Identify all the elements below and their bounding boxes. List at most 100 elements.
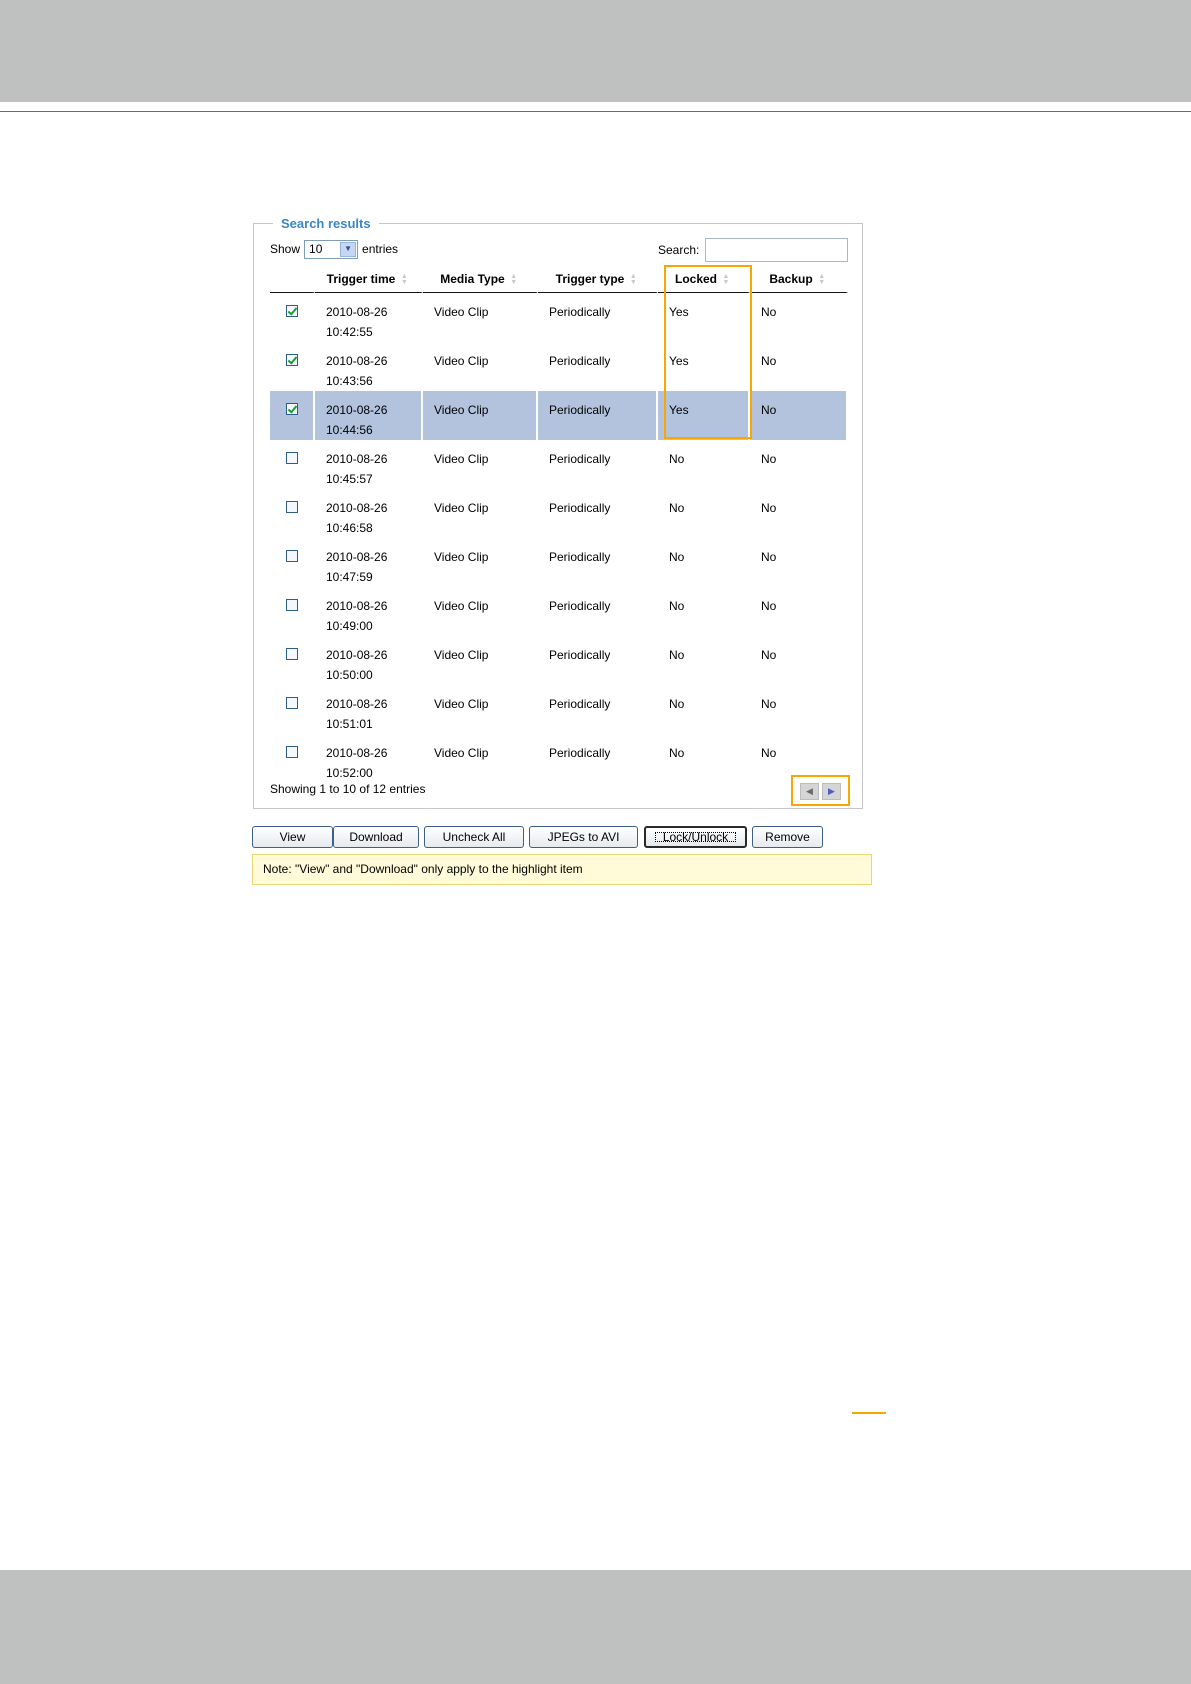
trigger-clock: 10:44:56	[326, 423, 373, 437]
row-checkbox[interactable]	[285, 354, 298, 366]
table-header-row: Trigger time ▲ ▼ Media Type ▲ ▼ Trigger type…	[270, 266, 848, 293]
column-header-trigger-type[interactable]: Trigger type ▲ ▼	[538, 266, 658, 293]
table-info: Showing 1 to 10 of 12 entries	[270, 782, 426, 796]
trigger-clock: 10:49:00	[326, 619, 373, 633]
footer-band	[0, 1570, 1191, 1684]
locked-cell: No	[658, 734, 750, 783]
table-row[interactable]: 2010-08-26 10:44:56 Video Clip Periodically…	[270, 391, 848, 440]
trigger-time-cell: 2010-08-26 10:49:00	[315, 587, 423, 636]
trigger-clock: 10:46:58	[326, 521, 373, 535]
backup-cell: No	[750, 391, 848, 440]
table-row[interactable]: 2010-08-26 10:47:59 Video Clip Periodically…	[270, 538, 848, 587]
row-checkbox[interactable]	[285, 697, 298, 709]
trigger-clock: 10:51:01	[326, 717, 373, 731]
sort-icon: ▲ ▼	[722, 272, 730, 286]
table-row[interactable]: 2010-08-26 10:49:00 Video Clip Periodically…	[270, 587, 848, 636]
download-button[interactable]: Download	[333, 826, 419, 848]
view-button[interactable]: View	[252, 826, 333, 848]
pagination-callout: ◀ ▶	[791, 775, 850, 806]
table-row[interactable]: 2010-08-26 10:42:55 Video Clip Periodically…	[270, 293, 848, 342]
page-marker	[852, 1412, 886, 1414]
row-select-cell	[270, 587, 315, 636]
column-header-trigger-time[interactable]: Trigger time ▲ ▼	[315, 266, 423, 293]
column-header-locked[interactable]: Locked ▲ ▼	[658, 266, 750, 293]
table-row[interactable]: 2010-08-26 10:46:58 Video Clip Periodically…	[270, 489, 848, 538]
trigger-clock: 10:47:59	[326, 570, 373, 584]
table-row[interactable]: 2010-08-26 10:43:56 Video Clip Periodically…	[270, 342, 848, 391]
trigger-type-cell: Periodically	[538, 293, 658, 342]
trigger-date: 2010-08-26	[326, 305, 388, 319]
row-checkbox[interactable]	[285, 403, 298, 415]
table-row[interactable]: 2010-08-26 10:50:00 Video Clip Periodically…	[270, 636, 848, 685]
lock-unlock-button[interactable]: Lock/Unlock	[644, 826, 747, 848]
arrow-right-icon[interactable]: ▶	[822, 783, 841, 800]
backup-cell: No	[750, 342, 848, 391]
results-table: Trigger time ▲ ▼ Media Type ▲ ▼ Trigger type…	[270, 266, 848, 783]
header-rule	[0, 111, 1191, 112]
sort-icon: ▲ ▼	[510, 272, 518, 286]
trigger-date: 2010-08-26	[326, 354, 388, 368]
trigger-time-cell: 2010-08-26 10:44:56	[315, 391, 423, 440]
row-checkbox[interactable]	[285, 648, 298, 660]
trigger-time-cell: 2010-08-26 10:47:59	[315, 538, 423, 587]
trigger-time-cell: 2010-08-26 10:42:55	[315, 293, 423, 342]
media-type-cell: Video Clip	[423, 293, 538, 342]
trigger-date: 2010-08-26	[326, 599, 388, 613]
lock-unlock-label: Lock/Unlock	[653, 830, 738, 844]
search-input[interactable]	[705, 238, 848, 262]
row-checkbox[interactable]	[285, 599, 298, 611]
media-type-cell: Video Clip	[423, 391, 538, 440]
backup-cell: No	[750, 685, 848, 734]
column-label: Backup	[769, 272, 813, 286]
column-header-media-type[interactable]: Media Type ▲ ▼	[423, 266, 538, 293]
sort-icon: ▲ ▼	[818, 272, 826, 286]
jpegs-to-avi-button[interactable]: JPEGs to AVI	[529, 826, 638, 848]
row-select-cell	[270, 636, 315, 685]
show-label: Show	[270, 242, 301, 256]
column-header-select	[270, 266, 315, 293]
locked-cell: No	[658, 587, 750, 636]
trigger-date: 2010-08-26	[326, 648, 388, 662]
locked-cell: No	[658, 685, 750, 734]
row-checkbox[interactable]	[285, 746, 298, 758]
row-checkbox[interactable]	[285, 452, 298, 464]
arrow-left-icon[interactable]: ◀	[800, 783, 819, 800]
trigger-type-cell: Periodically	[538, 440, 658, 489]
row-checkbox[interactable]	[285, 550, 298, 562]
column-header-backup[interactable]: Backup ▲ ▼	[750, 266, 848, 293]
trigger-date: 2010-08-26	[326, 697, 388, 711]
row-select-cell	[270, 538, 315, 587]
media-type-cell: Video Clip	[423, 734, 538, 783]
row-select-cell	[270, 391, 315, 440]
row-select-cell	[270, 685, 315, 734]
locked-cell: No	[658, 636, 750, 685]
column-label: Trigger type	[555, 272, 625, 286]
entries-select[interactable]: 10 ▼	[304, 239, 359, 259]
locked-cell: No	[658, 538, 750, 587]
trigger-clock: 10:52:00	[326, 766, 373, 780]
chevron-down-icon[interactable]: ▼	[340, 241, 357, 257]
locked-cell: Yes	[658, 342, 750, 391]
trigger-date: 2010-08-26	[326, 501, 388, 515]
table-row[interactable]: 2010-08-26 10:51:01 Video Clip Periodically…	[270, 685, 848, 734]
uncheck-all-button[interactable]: Uncheck All	[424, 826, 524, 848]
table-row[interactable]: 2010-08-26 10:45:57 Video Clip Periodically…	[270, 440, 848, 489]
row-checkbox[interactable]	[285, 501, 298, 513]
locked-cell: Yes	[658, 293, 750, 342]
length-control: Show 10 ▼ entries	[270, 239, 398, 259]
trigger-date: 2010-08-26	[326, 550, 388, 564]
sort-icon: ▲ ▼	[629, 272, 637, 286]
trigger-type-cell: Periodically	[538, 342, 658, 391]
trigger-time-cell: 2010-08-26 10:51:01	[315, 685, 423, 734]
media-type-cell: Video Clip	[423, 685, 538, 734]
media-type-cell: Video Clip	[423, 489, 538, 538]
media-type-cell: Video Clip	[423, 636, 538, 685]
row-checkbox[interactable]	[285, 305, 298, 317]
locked-cell: No	[658, 489, 750, 538]
table-row[interactable]: 2010-08-26 10:52:00 Video Clip Periodically…	[270, 734, 848, 783]
trigger-clock: 10:43:56	[326, 374, 373, 388]
remove-button[interactable]: Remove	[752, 826, 823, 848]
trigger-type-cell: Periodically	[538, 489, 658, 538]
entries-label: entries	[362, 242, 399, 256]
entries-select-value: 10	[309, 242, 323, 256]
